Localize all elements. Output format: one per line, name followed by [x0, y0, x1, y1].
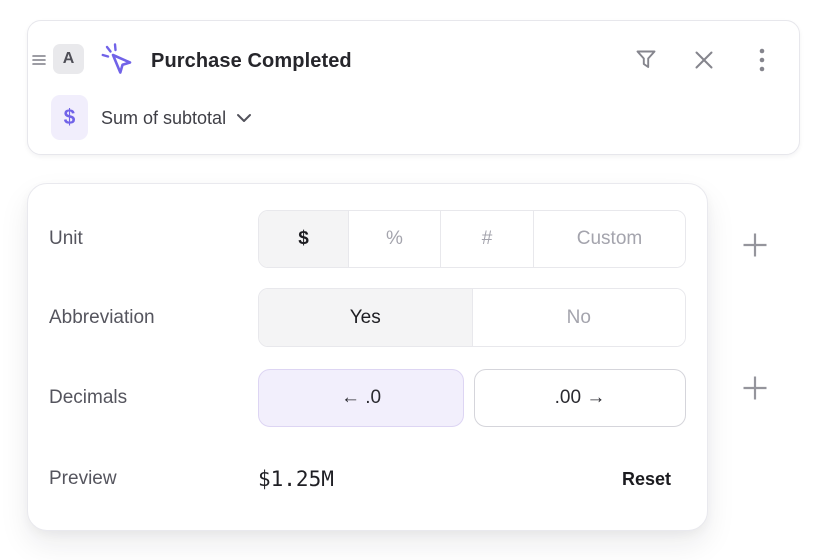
event-card: A Purchase Completed [27, 20, 800, 155]
abbreviation-label: Abbreviation [49, 307, 155, 329]
preview-value: $1.25M [258, 466, 334, 492]
metric-label: Sum of subtotal [101, 107, 226, 129]
abbreviation-option-yes[interactable]: Yes [259, 289, 473, 346]
more-options-button[interactable] [749, 47, 775, 73]
add-metric-button[interactable] [741, 374, 769, 402]
preview-label: Preview [49, 468, 117, 490]
unit-option-number[interactable]: # [441, 211, 534, 267]
chevron-down-icon [236, 113, 252, 123]
decimals-decrease-button[interactable]: ← .0 [258, 369, 464, 427]
unit-segmented-control: $ % # Custom [258, 210, 686, 268]
abbreviation-segmented-control: Yes No [258, 288, 686, 347]
plus-icon [742, 232, 768, 258]
metric-unit-badge: $ [51, 95, 88, 140]
funnel-icon [634, 47, 658, 73]
unit-option-percent[interactable]: % [349, 211, 441, 267]
event-card-actions [633, 47, 775, 73]
metric-selector[interactable]: $ Sum of subtotal [51, 95, 252, 140]
unit-option-dollar[interactable]: $ [259, 211, 349, 267]
reset-button[interactable]: Reset [622, 468, 671, 490]
decimals-increase-button[interactable]: .00 → [474, 369, 686, 427]
unit-label: Unit [49, 228, 83, 250]
close-button[interactable] [691, 47, 717, 73]
kebab-menu-icon [759, 48, 765, 72]
abbreviation-option-no[interactable]: No [473, 289, 686, 346]
unit-option-custom[interactable]: Custom [534, 211, 685, 267]
filter-button[interactable] [633, 47, 659, 73]
drag-handle-icon[interactable] [31, 52, 47, 68]
event-group-badge[interactable]: A [53, 44, 84, 74]
event-title[interactable]: Purchase Completed [151, 49, 352, 73]
decimals-label: Decimals [49, 387, 127, 409]
plus-icon [742, 375, 768, 401]
number-format-panel: Unit $ % # Custom Abbreviation Yes No De… [27, 183, 708, 531]
x-icon [694, 50, 714, 70]
click-cursor-icon [100, 42, 136, 83]
add-metric-button[interactable] [741, 231, 769, 259]
